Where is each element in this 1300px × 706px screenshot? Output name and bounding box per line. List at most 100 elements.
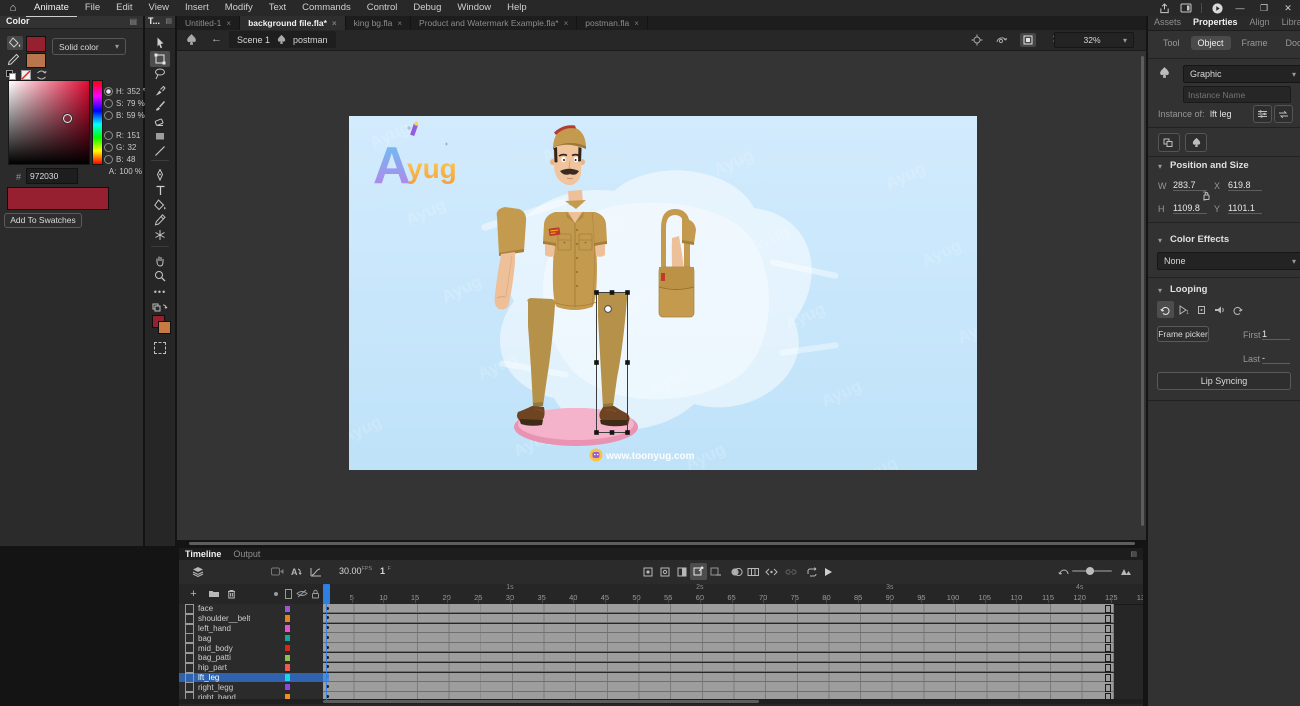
layers-icon[interactable] <box>189 563 206 580</box>
color-row-b[interactable]: B: 48 <box>104 154 142 165</box>
breadcrumb-symbol[interactable]: postman <box>293 35 328 45</box>
menu-modify[interactable]: Modify <box>217 0 261 17</box>
link-wh-icon[interactable] <box>1201 190 1211 202</box>
frame-span-bag_patti[interactable] <box>323 653 1114 662</box>
close-tab-icon[interactable]: × <box>564 19 569 28</box>
minimize-button[interactable]: — <box>1228 0 1252 16</box>
y-value[interactable]: 1101.1 <box>1228 203 1262 214</box>
add-layer-button[interactable]: + <box>185 585 202 602</box>
frame-span-face[interactable] <box>323 604 1114 613</box>
color-component-value[interactable]: 352 ° <box>127 87 146 96</box>
color-component-value[interactable]: 100 % <box>119 167 142 176</box>
layer-name[interactable]: shoulder__belt <box>198 614 250 623</box>
frame-span-hip_part[interactable] <box>323 663 1114 672</box>
single-frame-button[interactable] <box>1193 301 1210 318</box>
doc-tab-postman-fla[interactable]: postman.fla× <box>577 16 648 30</box>
menu-help[interactable]: Help <box>499 0 535 17</box>
swap-symbol-icon[interactable] <box>1274 105 1293 123</box>
color-row-g[interactable]: G: 32 <box>104 142 142 153</box>
layer-name[interactable]: lft_leg <box>198 673 219 682</box>
blend-mode-icon[interactable] <box>1158 133 1180 152</box>
x-value[interactable]: 619.8 <box>1228 180 1262 191</box>
panel-tab-assets[interactable]: Assets <box>1148 15 1187 29</box>
menu-commands[interactable]: Commands <box>294 0 359 17</box>
timeline-tab-output[interactable]: Output <box>227 548 266 560</box>
edit-multiple-frames-icon[interactable] <box>763 563 780 580</box>
color-effect-dropdown[interactable]: None▾ <box>1157 252 1300 270</box>
layer-outline-color[interactable] <box>285 625 290 632</box>
radio-button[interactable] <box>104 131 113 140</box>
marquee-options-icon[interactable] <box>150 340 170 356</box>
possize-title[interactable]: Position and Size <box>1170 160 1249 171</box>
graph-editor-icon[interactable] <box>307 563 324 580</box>
looping-collapse-icon[interactable]: ▾ <box>1158 286 1162 295</box>
play-audio-button[interactable] <box>1211 301 1228 318</box>
playhead-marker[interactable] <box>323 584 329 604</box>
rectangle-tool[interactable] <box>150 128 170 144</box>
parenting-view-icon[interactable]: A <box>287 563 304 580</box>
stage[interactable]: Ayug A yug <box>349 116 977 470</box>
looping-title[interactable]: Looping <box>1170 284 1207 295</box>
color-row-h[interactable]: H: 352 ° <box>104 86 142 97</box>
text-tool[interactable] <box>150 182 170 198</box>
frame-span-right_legg[interactable] <box>323 682 1114 691</box>
default-colors-icon[interactable] <box>6 70 16 80</box>
panel-tab-align[interactable]: Align <box>1244 15 1276 29</box>
eraser-tool[interactable] <box>150 113 170 129</box>
menu-file[interactable]: File <box>77 0 108 17</box>
radio-button[interactable] <box>104 143 113 152</box>
radio-button[interactable] <box>104 99 113 108</box>
fill-bucket-icon[interactable] <box>7 36 23 50</box>
frame-ruler[interactable]: 5101520253035404550556065707580859095100… <box>323 584 1143 604</box>
home-icon[interactable]: ⌂ <box>0 2 26 14</box>
radio-button[interactable] <box>104 111 113 120</box>
swap-colors-icon[interactable] <box>36 70 47 80</box>
doc-tab-king-bg-fla[interactable]: king bg.fla× <box>346 16 411 30</box>
lock-all-icon[interactable] <box>307 585 324 602</box>
coloreffects-title[interactable]: Color Effects <box>1170 234 1229 245</box>
fps-value[interactable]: 30.00FPS <box>339 566 372 576</box>
breadcrumb-scene[interactable]: Scene 1 <box>237 35 270 45</box>
menu-text[interactable]: Text <box>261 0 294 17</box>
timeline-zoom-slider[interactable] <box>1072 570 1112 572</box>
layer-outline-color[interactable] <box>285 664 290 671</box>
menu-control[interactable]: Control <box>359 0 406 17</box>
subtab-doc[interactable]: Doc <box>1279 36 1300 50</box>
free-transform-tool[interactable] <box>150 51 170 67</box>
saturation-brightness-picker[interactable] <box>8 80 90 165</box>
color-row-b[interactable]: B: 59 % <box>104 110 142 121</box>
timeline-horizontal-scrollbar[interactable] <box>179 699 1143 704</box>
color-component-value[interactable]: 79 % <box>127 99 145 108</box>
menu-window[interactable]: Window <box>449 0 499 17</box>
workspace-icon[interactable] <box>1175 0 1197 16</box>
radio-button[interactable] <box>104 87 113 96</box>
loop-button[interactable] <box>1157 301 1174 318</box>
layer-name[interactable]: hip_part <box>198 663 227 672</box>
camera-icon[interactable] <box>269 563 286 580</box>
fill-color-swatch[interactable] <box>26 36 46 52</box>
share-icon[interactable] <box>1153 0 1175 16</box>
ink-bottle-tool[interactable] <box>150 212 170 228</box>
frame-span-left_hand[interactable] <box>323 624 1114 633</box>
frame-span-shoulder__belt[interactable] <box>323 614 1114 623</box>
color-row-a[interactable]: A: 100 % <box>104 166 142 177</box>
stroke-pencil-icon[interactable] <box>7 53 23 66</box>
color-mode-dropdown[interactable]: Solid color▾ <box>52 38 126 55</box>
lip-syncing-button[interactable]: Lip Syncing <box>1157 372 1291 390</box>
add-folder-button[interactable] <box>205 585 222 602</box>
hue-slider[interactable] <box>92 80 103 165</box>
layer-name[interactable]: left_hand <box>198 624 231 633</box>
add-to-swatches-button[interactable]: Add To Swatches <box>4 213 82 228</box>
insert-blank-keyframe-icon[interactable] <box>656 563 673 580</box>
frame-span-mid_body[interactable] <box>323 643 1114 652</box>
coloreffects-collapse-icon[interactable]: ▾ <box>1158 236 1162 245</box>
link-frames-icon[interactable] <box>782 563 799 580</box>
doc-tab-untitled-1[interactable]: Untitled-1× <box>177 16 240 30</box>
fill-stroke-swatches[interactable] <box>152 315 170 333</box>
subtab-tool[interactable]: Tool <box>1156 36 1187 50</box>
doc-tab-background-file-fla-[interactable]: background file.fla*× <box>240 16 346 30</box>
layer-outline-color[interactable] <box>285 655 290 662</box>
canvas-pasteboard[interactable]: Ayug A yug <box>177 50 1146 540</box>
layer-outline-color[interactable] <box>285 635 290 642</box>
center-stage-icon[interactable] <box>971 34 983 46</box>
